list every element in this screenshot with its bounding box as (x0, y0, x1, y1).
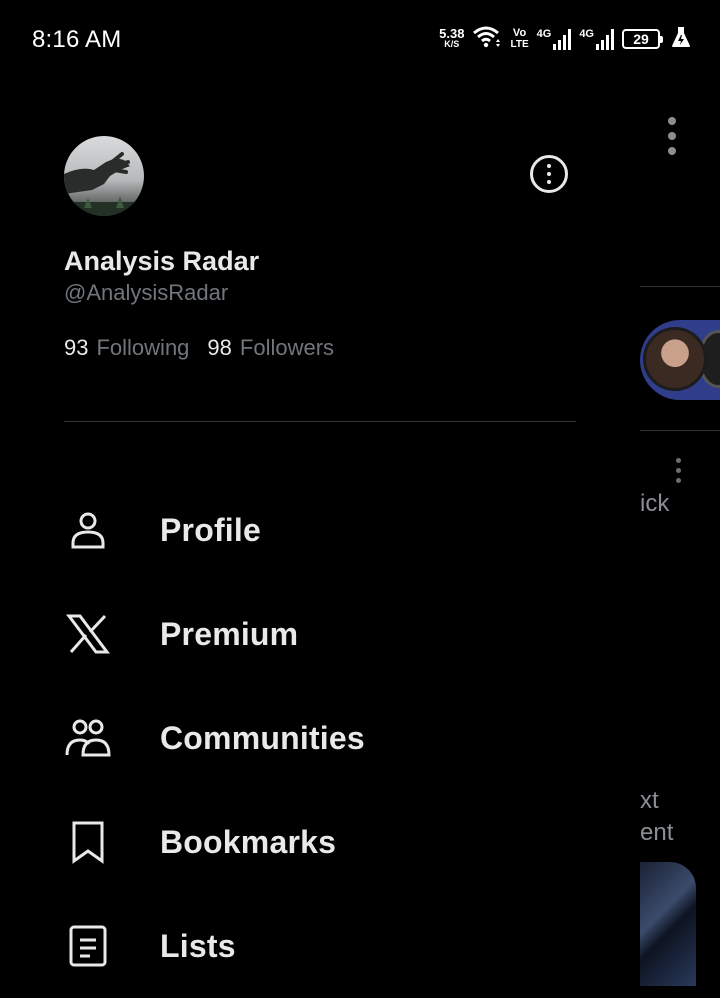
avatar (643, 327, 707, 391)
menu-item-premium[interactable]: Premium (0, 582, 640, 686)
network-speed: 5.38 K/S (439, 26, 465, 49)
following-count[interactable]: 93 (64, 335, 88, 361)
drawer-divider (64, 421, 576, 422)
signal-bars-icon (553, 28, 572, 50)
post-more-icon (676, 458, 681, 483)
menu-item-profile[interactable]: Profile (0, 478, 640, 582)
peek-text: xt (640, 787, 659, 814)
status-icons: 5.38 K/S Vo LTE 4G 4G 29 (439, 24, 690, 54)
menu-label: Lists (160, 927, 236, 964)
menu-label: Bookmarks (160, 823, 337, 860)
navigation-drawer: Analysis Radar @AnalysisRadar 93 Followi… (0, 80, 640, 986)
menu-label: Communities (160, 719, 365, 756)
background-timeline: ick xt ent (640, 80, 720, 986)
x-logo-icon (64, 610, 112, 658)
signal-bars-icon (596, 28, 614, 50)
divider (640, 286, 720, 287)
peek-text: ick (640, 490, 670, 517)
status-bar: 8:16 AM 5.38 K/S Vo LTE 4G 4G 29 (0, 0, 720, 80)
following-label[interactable]: Following (96, 335, 189, 361)
sim1-signal: 4G (537, 28, 572, 50)
menu-label: Profile (160, 511, 261, 548)
bookmark-icon (64, 818, 112, 866)
menu-label: Premium (160, 615, 299, 652)
divider (640, 430, 720, 431)
more-options-icon[interactable] (530, 155, 568, 193)
overflow-menu-icon (668, 117, 676, 155)
drawer-menu: Profile Premium Communities Bookmarks Li… (0, 478, 640, 998)
followers-count[interactable]: 98 (207, 335, 231, 361)
menu-item-communities[interactable]: Communities (0, 686, 640, 790)
battery-icon: 29 (622, 29, 663, 49)
status-time: 8:16 AM (32, 26, 122, 53)
user-handle: @AnalysisRadar (64, 280, 229, 305)
menu-item-bookmarks[interactable]: Bookmarks (0, 790, 640, 894)
peek-text: ent (640, 819, 674, 846)
communities-icon (64, 714, 112, 762)
profile-avatar[interactable] (64, 136, 144, 216)
person-icon (64, 506, 112, 554)
flask-icon (672, 26, 690, 53)
menu-item-lists[interactable]: Lists (0, 894, 640, 998)
follow-stats: 93 Following 98 Followers (64, 335, 344, 361)
followers-label[interactable]: Followers (240, 335, 334, 361)
wifi-icon (472, 25, 502, 54)
media-thumbnail (640, 862, 696, 986)
sim2-signal: 4G (579, 28, 614, 50)
volte-indicator: Vo LTE (510, 27, 529, 51)
display-name[interactable]: Analysis Radar (64, 246, 259, 277)
list-icon (64, 922, 112, 970)
